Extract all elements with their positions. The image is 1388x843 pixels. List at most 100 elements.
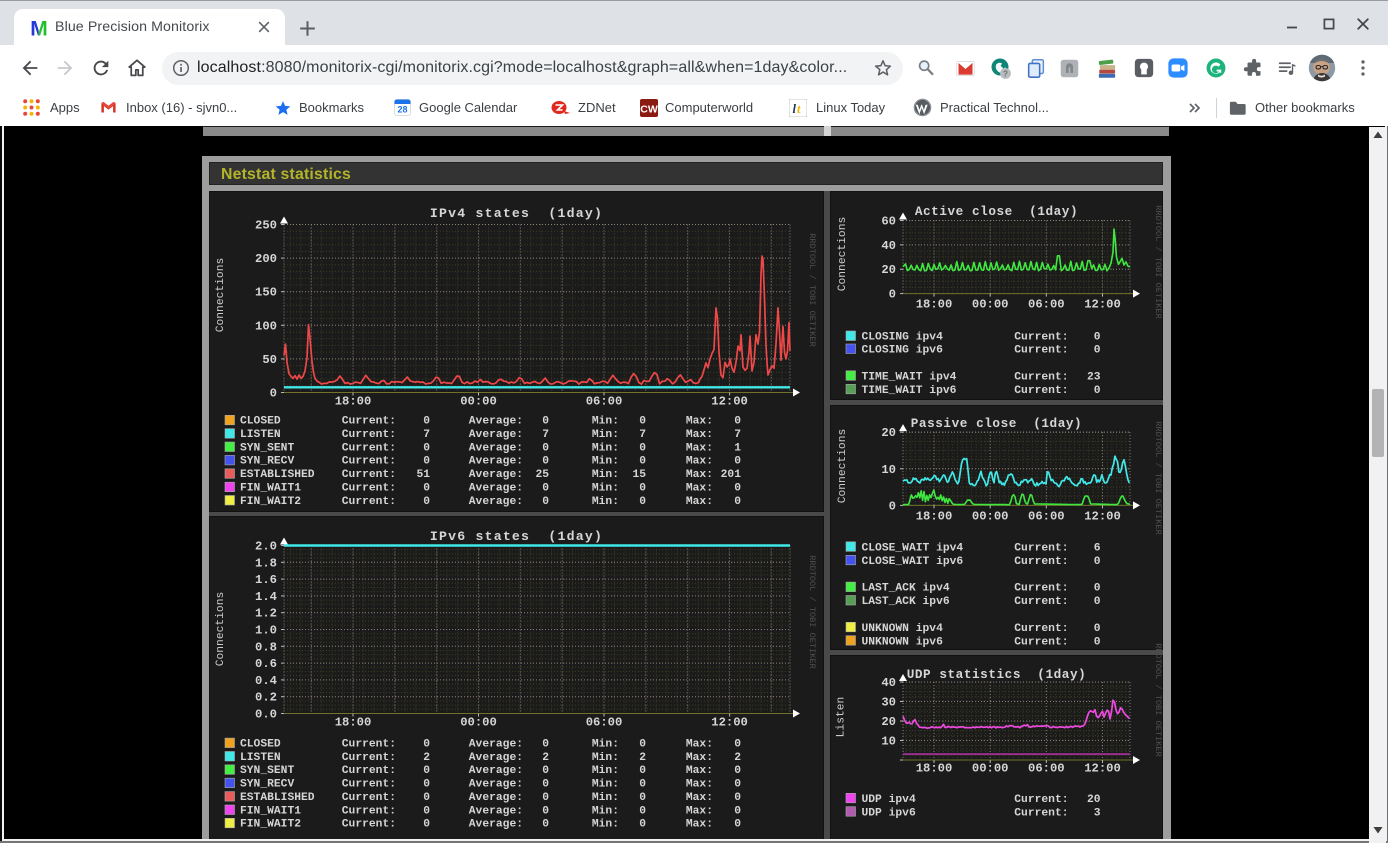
svg-text:Max:: Max: (686, 752, 713, 764)
svg-text:ESTABLISHED: ESTABLISHED (240, 792, 315, 804)
svg-text:Current:: Current: (342, 469, 396, 481)
svg-text:Current:: Current: (342, 738, 396, 750)
svg-text:1.2: 1.2 (255, 607, 277, 621)
svg-text:18:00: 18:00 (335, 716, 372, 730)
svg-text:Min:: Min: (592, 738, 619, 750)
svg-text:7: 7 (639, 429, 646, 441)
svg-text:IPv6 states (1day): IPv6 states (1day) (430, 529, 603, 544)
svg-text:2: 2 (639, 752, 646, 764)
svg-text:Connections: Connections (215, 258, 227, 333)
svg-text:Min:: Min: (592, 416, 619, 428)
svg-text:LAST_ACK ipv4: LAST_ACK ipv4 (862, 583, 950, 595)
svg-text:0: 0 (889, 499, 896, 513)
svg-text:CLOSING ipv6: CLOSING ipv6 (862, 345, 944, 357)
svg-text:Min:: Min: (592, 496, 619, 508)
svg-text:40: 40 (881, 239, 896, 253)
svg-text:0: 0 (423, 738, 430, 750)
svg-text:00:00: 00:00 (460, 395, 497, 409)
svg-text:Current:: Current: (1014, 345, 1068, 357)
svg-text:0: 0 (639, 805, 646, 817)
svg-text:0: 0 (639, 482, 646, 494)
svg-text:0: 0 (1094, 583, 1101, 595)
svg-text:Min:: Min: (592, 469, 619, 481)
svg-text:Max:: Max: (686, 442, 713, 454)
svg-text:200: 200 (255, 252, 277, 266)
svg-text:Current:: Current: (1014, 371, 1068, 383)
svg-text:CLOSED: CLOSED (240, 416, 281, 428)
svg-text:Average:: Average: (469, 805, 523, 817)
svg-text:Current:: Current: (1014, 332, 1068, 344)
svg-text:0: 0 (542, 805, 549, 817)
svg-text:2: 2 (734, 752, 741, 764)
svg-text:0: 0 (734, 779, 741, 791)
svg-text:Min:: Min: (592, 779, 619, 791)
svg-text:?: ? (1003, 69, 1008, 79)
svg-text:Current:: Current: (1014, 583, 1068, 595)
svg-text:0: 0 (423, 496, 430, 508)
svg-text:SYN_SENT: SYN_SENT (240, 442, 294, 454)
svg-text:0: 0 (639, 792, 646, 804)
svg-text:06:00: 06:00 (1028, 510, 1065, 524)
svg-text:0: 0 (542, 738, 549, 750)
svg-text:12:00: 12:00 (1084, 762, 1121, 776)
svg-text:Average:: Average: (469, 765, 523, 777)
svg-text:RRDTOOL / TOBI OETIKER: RRDTOOL / TOBI OETIKER (1153, 205, 1163, 318)
svg-text:20: 20 (881, 426, 896, 440)
svg-text:Average:: Average: (469, 496, 523, 508)
svg-text:Average:: Average: (469, 416, 523, 428)
svg-text:Current:: Current: (342, 442, 396, 454)
svg-text:0: 0 (1094, 596, 1101, 608)
svg-text:UDP statistics (1day): UDP statistics (1day) (907, 667, 1087, 682)
svg-text:0: 0 (734, 819, 741, 831)
svg-text:30: 30 (881, 696, 896, 710)
svg-text:Current:: Current: (1014, 556, 1068, 568)
svg-text:t: t (797, 102, 801, 116)
svg-text:0: 0 (1094, 623, 1101, 635)
svg-text:0: 0 (542, 792, 549, 804)
svg-text:0: 0 (639, 456, 646, 468)
svg-text:Average:: Average: (469, 738, 523, 750)
svg-text:12:00: 12:00 (711, 716, 748, 730)
svg-text:Min:: Min: (592, 819, 619, 831)
svg-text:0: 0 (423, 442, 430, 454)
svg-text:0: 0 (639, 779, 646, 791)
svg-text:ESTABLISHED: ESTABLISHED (240, 469, 315, 481)
svg-text:12:00: 12:00 (1084, 510, 1121, 524)
svg-text:Average:: Average: (469, 819, 523, 831)
svg-text:0: 0 (423, 765, 430, 777)
svg-text:FIN_WAIT1: FIN_WAIT1 (240, 482, 301, 494)
svg-text:150: 150 (255, 286, 277, 300)
svg-text:51: 51 (416, 469, 430, 481)
svg-text:Current:: Current: (342, 819, 396, 831)
svg-text:LISTEN: LISTEN (240, 429, 281, 441)
svg-text:0: 0 (542, 765, 549, 777)
svg-text:0.0: 0.0 (255, 708, 277, 722)
svg-text:0: 0 (734, 416, 741, 428)
svg-text:1: 1 (734, 442, 741, 454)
svg-text:Max:: Max: (686, 792, 713, 804)
svg-text:Connections: Connections (215, 592, 227, 667)
svg-text:00:00: 00:00 (972, 762, 1009, 776)
svg-text:0: 0 (1094, 556, 1101, 568)
svg-text:0: 0 (734, 765, 741, 777)
svg-text:Current:: Current: (1014, 385, 1068, 397)
svg-text:Min:: Min: (592, 442, 619, 454)
svg-text:Max:: Max: (686, 805, 713, 817)
svg-text:CW: CW (640, 104, 658, 116)
svg-text:0: 0 (639, 819, 646, 831)
svg-text:Current:: Current: (342, 416, 396, 428)
svg-text:Current:: Current: (342, 482, 396, 494)
svg-text:0: 0 (734, 805, 741, 817)
svg-text:Max:: Max: (686, 765, 713, 777)
svg-text:0: 0 (423, 482, 430, 494)
svg-text:0.2: 0.2 (255, 691, 277, 705)
svg-text:Current:: Current: (342, 456, 396, 468)
svg-text:0: 0 (889, 288, 896, 302)
svg-text:0: 0 (1094, 332, 1101, 344)
svg-text:1.6: 1.6 (255, 573, 277, 587)
svg-text:RRDTOOL / TOBI OETIKER: RRDTOOL / TOBI OETIKER (807, 555, 817, 668)
svg-text:2: 2 (542, 752, 549, 764)
svg-text:Max:: Max: (686, 819, 713, 831)
svg-text:Max:: Max: (686, 482, 713, 494)
svg-text:0: 0 (423, 819, 430, 831)
